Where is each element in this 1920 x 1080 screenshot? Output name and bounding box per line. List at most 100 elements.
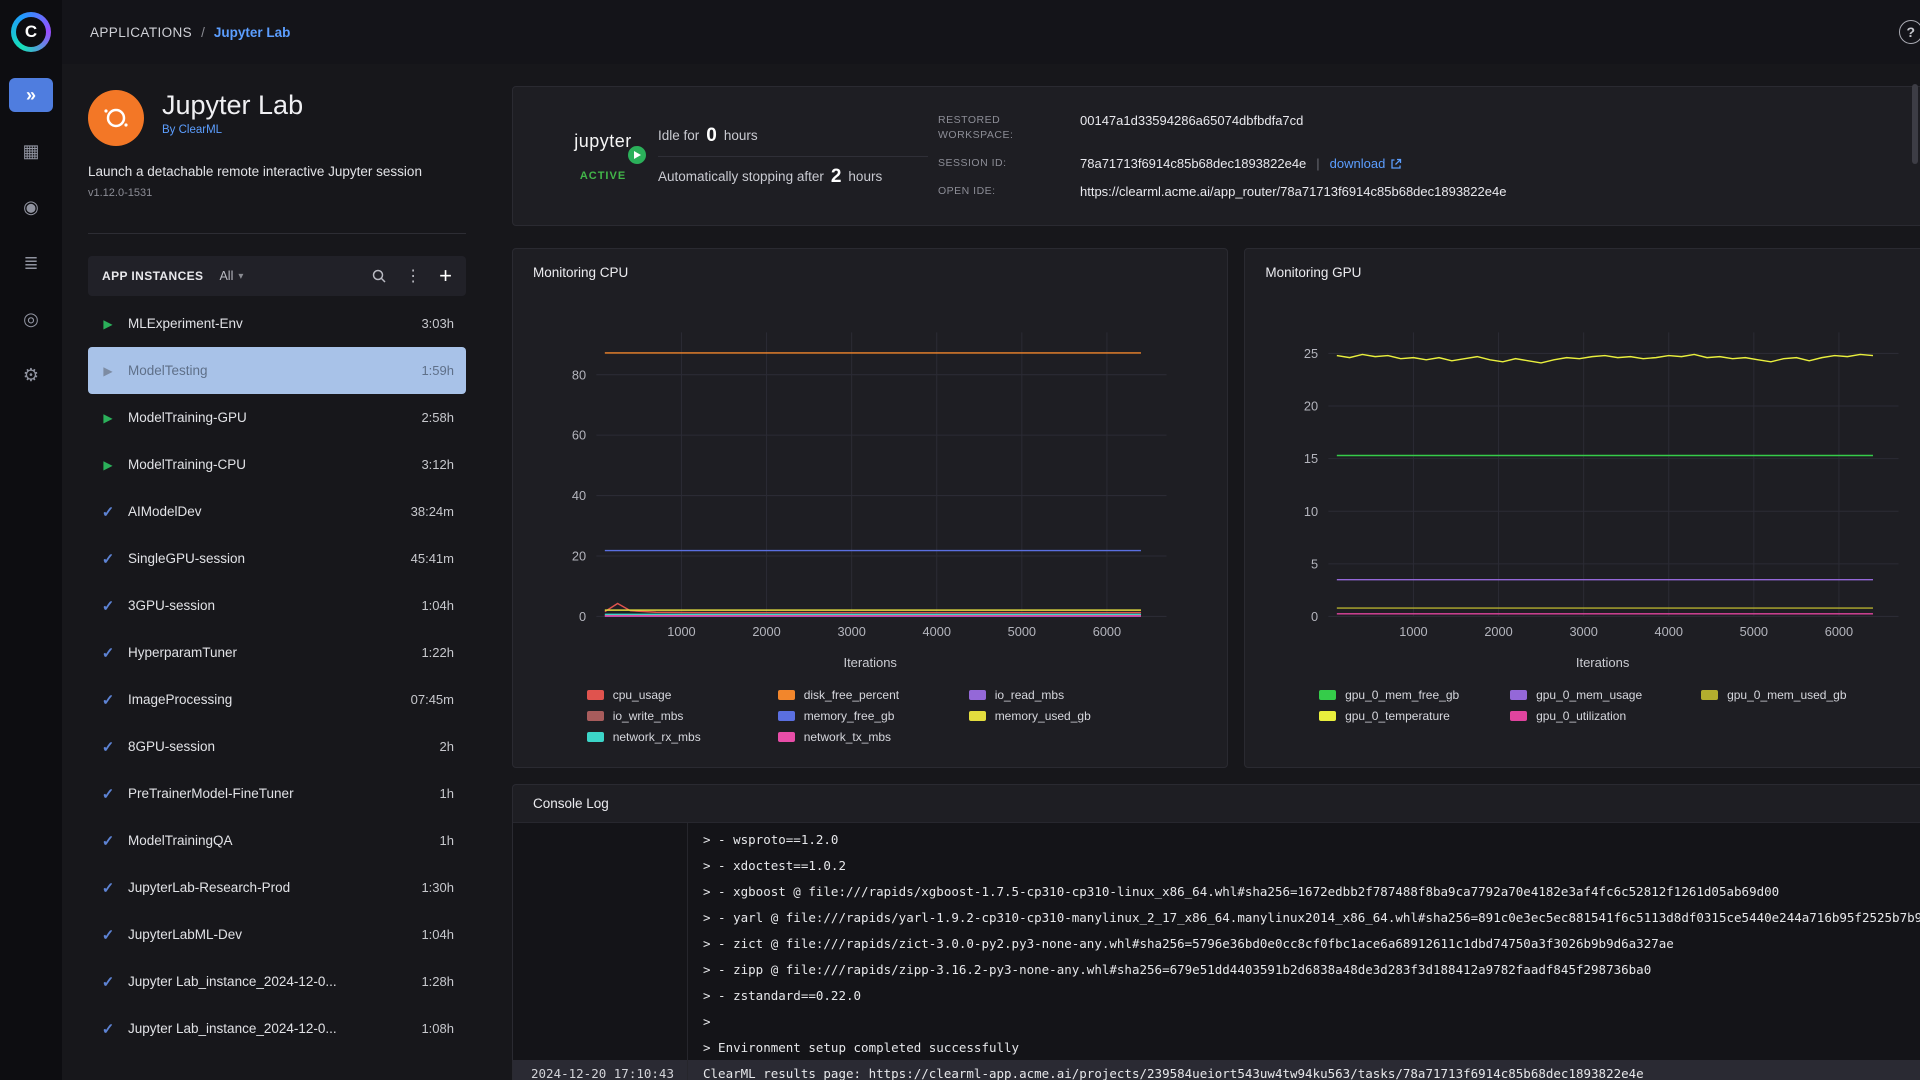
instance-time: 1:28h (421, 974, 454, 989)
completed-status-icon: ✓ (101, 644, 115, 662)
sidebar-item-projects[interactable]: ▦ (9, 134, 53, 168)
completed-status-icon: ✓ (101, 1020, 115, 1038)
instance-row[interactable]: ✓ PreTrainerModel-FineTuner 1h (88, 770, 466, 817)
completed-status-icon: ✓ (101, 832, 115, 850)
restored-workspace-label: RESTORED WORKSPACE: (938, 113, 1014, 142)
clearml-logo[interactable]: C (11, 12, 51, 52)
svg-text:60: 60 (572, 428, 586, 443)
breadcrumb-current[interactable]: Jupyter Lab (214, 25, 291, 40)
search-icon[interactable] (371, 268, 387, 284)
legend-swatch-icon (968, 711, 986, 722)
idle-line: Idle for 0 hours (658, 125, 938, 147)
kebab-menu-icon[interactable]: ⋮ (405, 266, 421, 286)
instance-row[interactable]: ✓ JupyterLabML-Dev 1:04h (88, 911, 466, 958)
session-timers: Idle for 0 hours Automatically stopping … (658, 125, 938, 188)
instance-row[interactable]: ▶ ModelTraining-GPU 2:58h (88, 394, 466, 441)
stop-suffix: hours (848, 169, 883, 184)
completed-status-icon: ✓ (101, 503, 115, 521)
cpu-chart-title: Monitoring CPU (533, 265, 629, 280)
topbar: APPLICATIONS / Jupyter Lab ? RE (62, 0, 1920, 64)
legend-item[interactable]: memory_used_gb (968, 709, 1154, 724)
legend-swatch-icon (586, 690, 604, 701)
sidebar-item-models[interactable]: ◎ (9, 302, 53, 336)
console-line-text: > - zipp @ file:///rapids/zipp-3.16.2-py… (703, 961, 1652, 977)
app-byline[interactable]: By ClearML (162, 124, 303, 136)
instance-row[interactable]: ▶ ModelTraining-CPU 3:12h (88, 441, 466, 488)
completed-status-icon: ✓ (101, 550, 115, 568)
legend-item[interactable]: network_rx_mbs (586, 730, 772, 744)
instance-time: 1:04h (421, 598, 454, 613)
instance-time: 1:22h (421, 645, 454, 660)
legend-item[interactable]: gpu_0_utilization (1510, 709, 1695, 723)
page-scrollbar[interactable] (1912, 84, 1918, 164)
legend-label: gpu_0_temperature (1345, 709, 1450, 724)
legend-item[interactable]: memory_free_gb (777, 709, 963, 723)
instance-time: 38:24m (410, 504, 454, 519)
legend-item[interactable]: gpu_0_mem_usage (1510, 688, 1695, 702)
console-line: > - yarl @ file:///rapids/yarl-1.9.2-cp3… (513, 904, 1920, 930)
instance-name: ModelTrainingQA (128, 833, 233, 848)
instance-row[interactable]: ✓ ImageProcessing 07:45m (88, 676, 466, 723)
instance-row[interactable]: ▶ ModelTesting 1:59h (88, 347, 466, 394)
instance-row[interactable]: ✓ Jupyter Lab_instance_2024-12-0... 1:08h (88, 1005, 466, 1052)
open-ide-value[interactable]: https://clearml.acme.ai/app_router/78a71… (1080, 184, 1506, 199)
legend-item[interactable]: io_write_mbs (586, 709, 772, 723)
legend-swatch-icon (1510, 711, 1528, 722)
instance-row[interactable]: ✓ 8GPU-session 2h (88, 723, 466, 770)
legend-label: memory_used_gb (994, 709, 1091, 724)
download-link[interactable]: download (1330, 156, 1403, 171)
legend-item[interactable]: cpu_usage (586, 688, 772, 703)
instance-row[interactable]: ✓ SingleGPU-session 45:41m (88, 535, 466, 582)
instance-row[interactable]: ✓ ModelTrainingQA 1h (88, 817, 466, 864)
sidebar-item-applications[interactable]: » (9, 78, 53, 112)
instance-time: 1:08h (421, 1021, 454, 1036)
gpu-chart-legend: gpu_0_mem_free_gb gpu_0_mem_usage gpu_0_me… (1265, 688, 1920, 723)
gpu-chart-card: Monitoring GPU 1000 2000 3000 4000 5000 6000 0… (1244, 248, 1920, 768)
legend-label: cpu_usage (612, 688, 672, 703)
legend-item[interactable]: disk_free_percent (777, 688, 963, 703)
workers-icon: ⚙ (22, 364, 40, 385)
console-body[interactable]: > - wsproto==1.2.0 > - xdoctest==1.0.2 > -… (513, 823, 1920, 1080)
charts-row: Monitoring CPU 1000 2000 3000 4000 5000 6000 0… (512, 248, 1920, 768)
completed-status-icon: ✓ (101, 785, 115, 803)
console-line: > - xgboost @ file:///rapids/xgboost-1.7… (513, 878, 1920, 904)
app-instances: APP INSTANCES All ▾ ⋮ + ▶ MLExperiment-En… (88, 256, 466, 1080)
sidebar-item-pipelines[interactable]: ≣ (9, 246, 53, 280)
sidebar-item-workers[interactable]: ⚙ (9, 358, 53, 392)
breadcrumb-applications[interactable]: APPLICATIONS (90, 25, 192, 40)
session-card: jupyter ACTIVE Idle for 0 hours Automati… (512, 86, 1920, 226)
console-line-text: > - yarl @ file:///rapids/yarl-1.9.2-cp3… (703, 909, 1920, 925)
completed-status-icon: ✓ (101, 738, 115, 756)
instance-row[interactable]: ✓ 3GPU-session 1:04h (88, 582, 466, 629)
legend-item[interactable]: gpu_0_mem_free_gb (1319, 688, 1504, 702)
instances-list: ▶ MLExperiment-Env 3:03h ▶ ModelTesting 1:59h… (88, 300, 466, 1080)
completed-status-icon: ✓ (101, 926, 115, 944)
add-instance-button[interactable]: + (439, 265, 452, 287)
pipelines-icon: ≣ (23, 252, 39, 273)
console-line: > (513, 1008, 1920, 1034)
sidebar-item-datasets[interactable]: ◉ (9, 190, 53, 224)
svg-text:3000: 3000 (1570, 624, 1598, 639)
svg-text:20: 20 (1304, 399, 1318, 414)
app-title: Jupyter Lab (162, 90, 304, 120)
help-icon[interactable]: ? (1898, 20, 1920, 44)
legend-swatch-icon (777, 690, 795, 701)
legend-item[interactable]: io_read_mbs (968, 688, 1154, 702)
legend-label: network_tx_mbs (803, 730, 892, 745)
idle-suffix: hours (723, 128, 758, 143)
instance-row[interactable]: ✓ HyperparamTuner 1:22h (88, 629, 466, 676)
instance-row[interactable]: ✓ AIModelDev 38:24m (88, 488, 466, 535)
legend-label: disk_free_percent (803, 688, 900, 703)
instance-row[interactable]: ▶ MLExperiment-Env 3:03h (88, 300, 466, 347)
instance-row[interactable]: ✓ JupyterLab-Research-Prod 1:30h (88, 864, 466, 911)
legend-item[interactable]: gpu_0_mem_used_gb (1701, 688, 1886, 702)
legend-item[interactable]: gpu_0_temperature (1319, 709, 1504, 723)
instance-time: 1h (439, 833, 454, 848)
instances-filter-dropdown[interactable]: All ▾ (219, 269, 243, 283)
instance-time: 3:12h (421, 457, 454, 472)
svg-text:6000: 6000 (1825, 624, 1853, 639)
svg-text:5000: 5000 (1740, 624, 1768, 639)
instance-row[interactable]: ✓ Jupyter Lab_instance_2024-12-0... 1:28h (88, 958, 466, 1005)
session-id-value: 78a71713f6914c85b68dec1893822e4e (1080, 156, 1307, 171)
legend-item[interactable]: network_tx_mbs (777, 730, 963, 745)
